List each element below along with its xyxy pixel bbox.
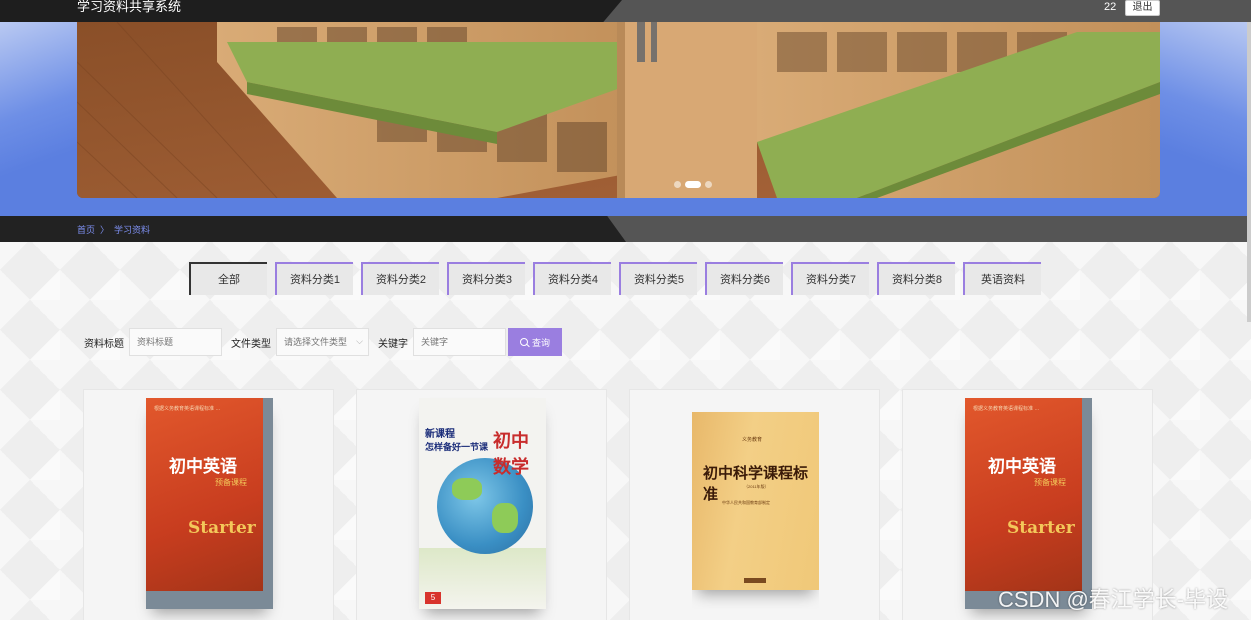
breadcrumb-bar: 首页 〉 学习资料 xyxy=(0,216,1251,242)
tab-category-1[interactable]: 资料分类1 xyxy=(275,262,353,295)
cover-title: 初中数学 xyxy=(493,431,529,478)
tab-category-6[interactable]: 资料分类6 xyxy=(705,262,783,295)
cover-word: Starter xyxy=(188,518,256,538)
cover-edition: （2011年版） xyxy=(744,484,769,489)
banner-decor-right xyxy=(1160,22,1251,216)
tab-category-8[interactable]: 资料分类8 xyxy=(877,262,955,295)
breadcrumb-current[interactable]: 学习资料 xyxy=(114,223,150,236)
keyword-label: 关键字 xyxy=(378,338,408,350)
site-title: 学习资料共享系统 xyxy=(77,0,182,14)
carousel-dot[interactable] xyxy=(674,180,681,188)
search-button-label: 查询 xyxy=(531,337,550,348)
cover-subtitle: 怎样备好一节课 xyxy=(425,442,489,452)
land-shape xyxy=(492,503,518,533)
user-name[interactable]: 22 xyxy=(1104,1,1116,13)
book-body: 义务教育 初中科学课程标准 （2011年版） 中华人民共和国教育部制定 xyxy=(692,412,819,590)
cover-title: 初中英语 xyxy=(988,457,1056,477)
book-body: 根据义务教育英语课程标准 … 初中英语 预备课程 Starter xyxy=(965,398,1082,591)
tab-category-7[interactable]: 资料分类7 xyxy=(791,262,869,295)
logout-button[interactable]: 退出 xyxy=(1125,0,1160,16)
material-grid: 根据义务教育英语课程标准 … 初中英语 预备课程 Starter 新课程 怎样备… xyxy=(83,389,1153,620)
banner-section xyxy=(0,22,1251,216)
cover-text: 新课程 xyxy=(425,429,455,440)
cover-text: 根据义务教育英语课程标准 … xyxy=(154,406,221,412)
csdn-watermark: CSDN @春江学长-毕设 xyxy=(998,587,1229,612)
library-photo xyxy=(77,22,1160,198)
book-cover-image[interactable]: 根据义务教育英语课程标准 … 初中英语 预备课程 Starter xyxy=(965,398,1092,609)
cover-text: 根据义务教育英语课程标准 … xyxy=(973,406,1040,412)
search-icon xyxy=(519,338,528,346)
breadcrumb-home[interactable]: 首页 xyxy=(77,223,95,236)
carousel-dots xyxy=(674,180,712,188)
top-header: 学习资料共享系统 22 退出 xyxy=(0,0,1251,22)
material-card[interactable]: 根据义务教育英语课程标准 … 初中英语 预备课程 Starter xyxy=(83,389,334,620)
cover-word: Starter xyxy=(1007,518,1075,538)
title-label: 资料标题 xyxy=(84,338,124,350)
tab-all[interactable]: 全部 xyxy=(189,262,267,295)
book-cover-image[interactable]: 根据义务教育英语课程标准 … 初中英语 预备课程 Starter xyxy=(146,398,273,609)
file-type-select[interactable]: ⌵ xyxy=(276,328,369,356)
cover-title: 初中英语 xyxy=(169,457,237,477)
cover-subtitle: 预备课程 xyxy=(1034,478,1066,487)
carousel-dot[interactable] xyxy=(705,180,712,188)
publisher-logo xyxy=(744,578,766,583)
title-input[interactable] xyxy=(129,328,222,356)
page-scrollbar[interactable] xyxy=(1247,22,1251,322)
book-cover-image[interactable]: 新课程 怎样备好一节课 初中数学 5 xyxy=(419,398,546,609)
carousel-dot-active[interactable] xyxy=(685,180,701,188)
category-tabs: 全部 资料分类1 资料分类2 资料分类3 资料分类4 资料分类5 资料分类6 资… xyxy=(189,262,1041,295)
cover-title: 初中科学课程标准 xyxy=(703,464,809,503)
chevron-down-icon: ⌵ xyxy=(356,336,363,346)
keyword-input[interactable] xyxy=(413,328,506,356)
tab-english[interactable]: 英语资料 xyxy=(963,262,1041,295)
banner-carousel[interactable] xyxy=(77,22,1160,198)
land-shape xyxy=(452,478,482,500)
tab-category-5[interactable]: 资料分类5 xyxy=(619,262,697,295)
tab-category-2[interactable]: 资料分类2 xyxy=(361,262,439,295)
book-body: 根据义务教育英语课程标准 … 初中英语 预备课程 Starter xyxy=(146,398,263,591)
banner-decor-left xyxy=(0,22,77,216)
breadcrumb: 首页 〉 学习资料 xyxy=(77,223,150,236)
search-form: 资料标题 文件类型 ⌵ 关键字 查询 xyxy=(84,328,562,356)
material-card[interactable]: 新课程 怎样备好一节课 初中数学 5 xyxy=(356,389,607,620)
breadcrumb-separator: 〉 xyxy=(100,225,110,235)
tab-category-4[interactable]: 资料分类4 xyxy=(533,262,611,295)
cover-text: 义务教育 xyxy=(742,437,763,443)
tab-category-3[interactable]: 资料分类3 xyxy=(447,262,525,295)
file-type-input[interactable] xyxy=(276,328,369,356)
cover-publisher: 中华人民共和国教育部制定 xyxy=(722,500,770,505)
file-type-label: 文件类型 xyxy=(231,338,271,350)
material-card[interactable]: 义务教育 初中科学课程标准 （2011年版） 中华人民共和国教育部制定 xyxy=(629,389,880,620)
grade-badge: 5 xyxy=(425,592,441,604)
search-button[interactable]: 查询 xyxy=(508,328,562,356)
book-cover-image[interactable]: 义务教育 初中科学课程标准 （2011年版） 中华人民共和国教育部制定 xyxy=(692,398,819,609)
cover-subtitle: 预备课程 xyxy=(215,478,247,487)
